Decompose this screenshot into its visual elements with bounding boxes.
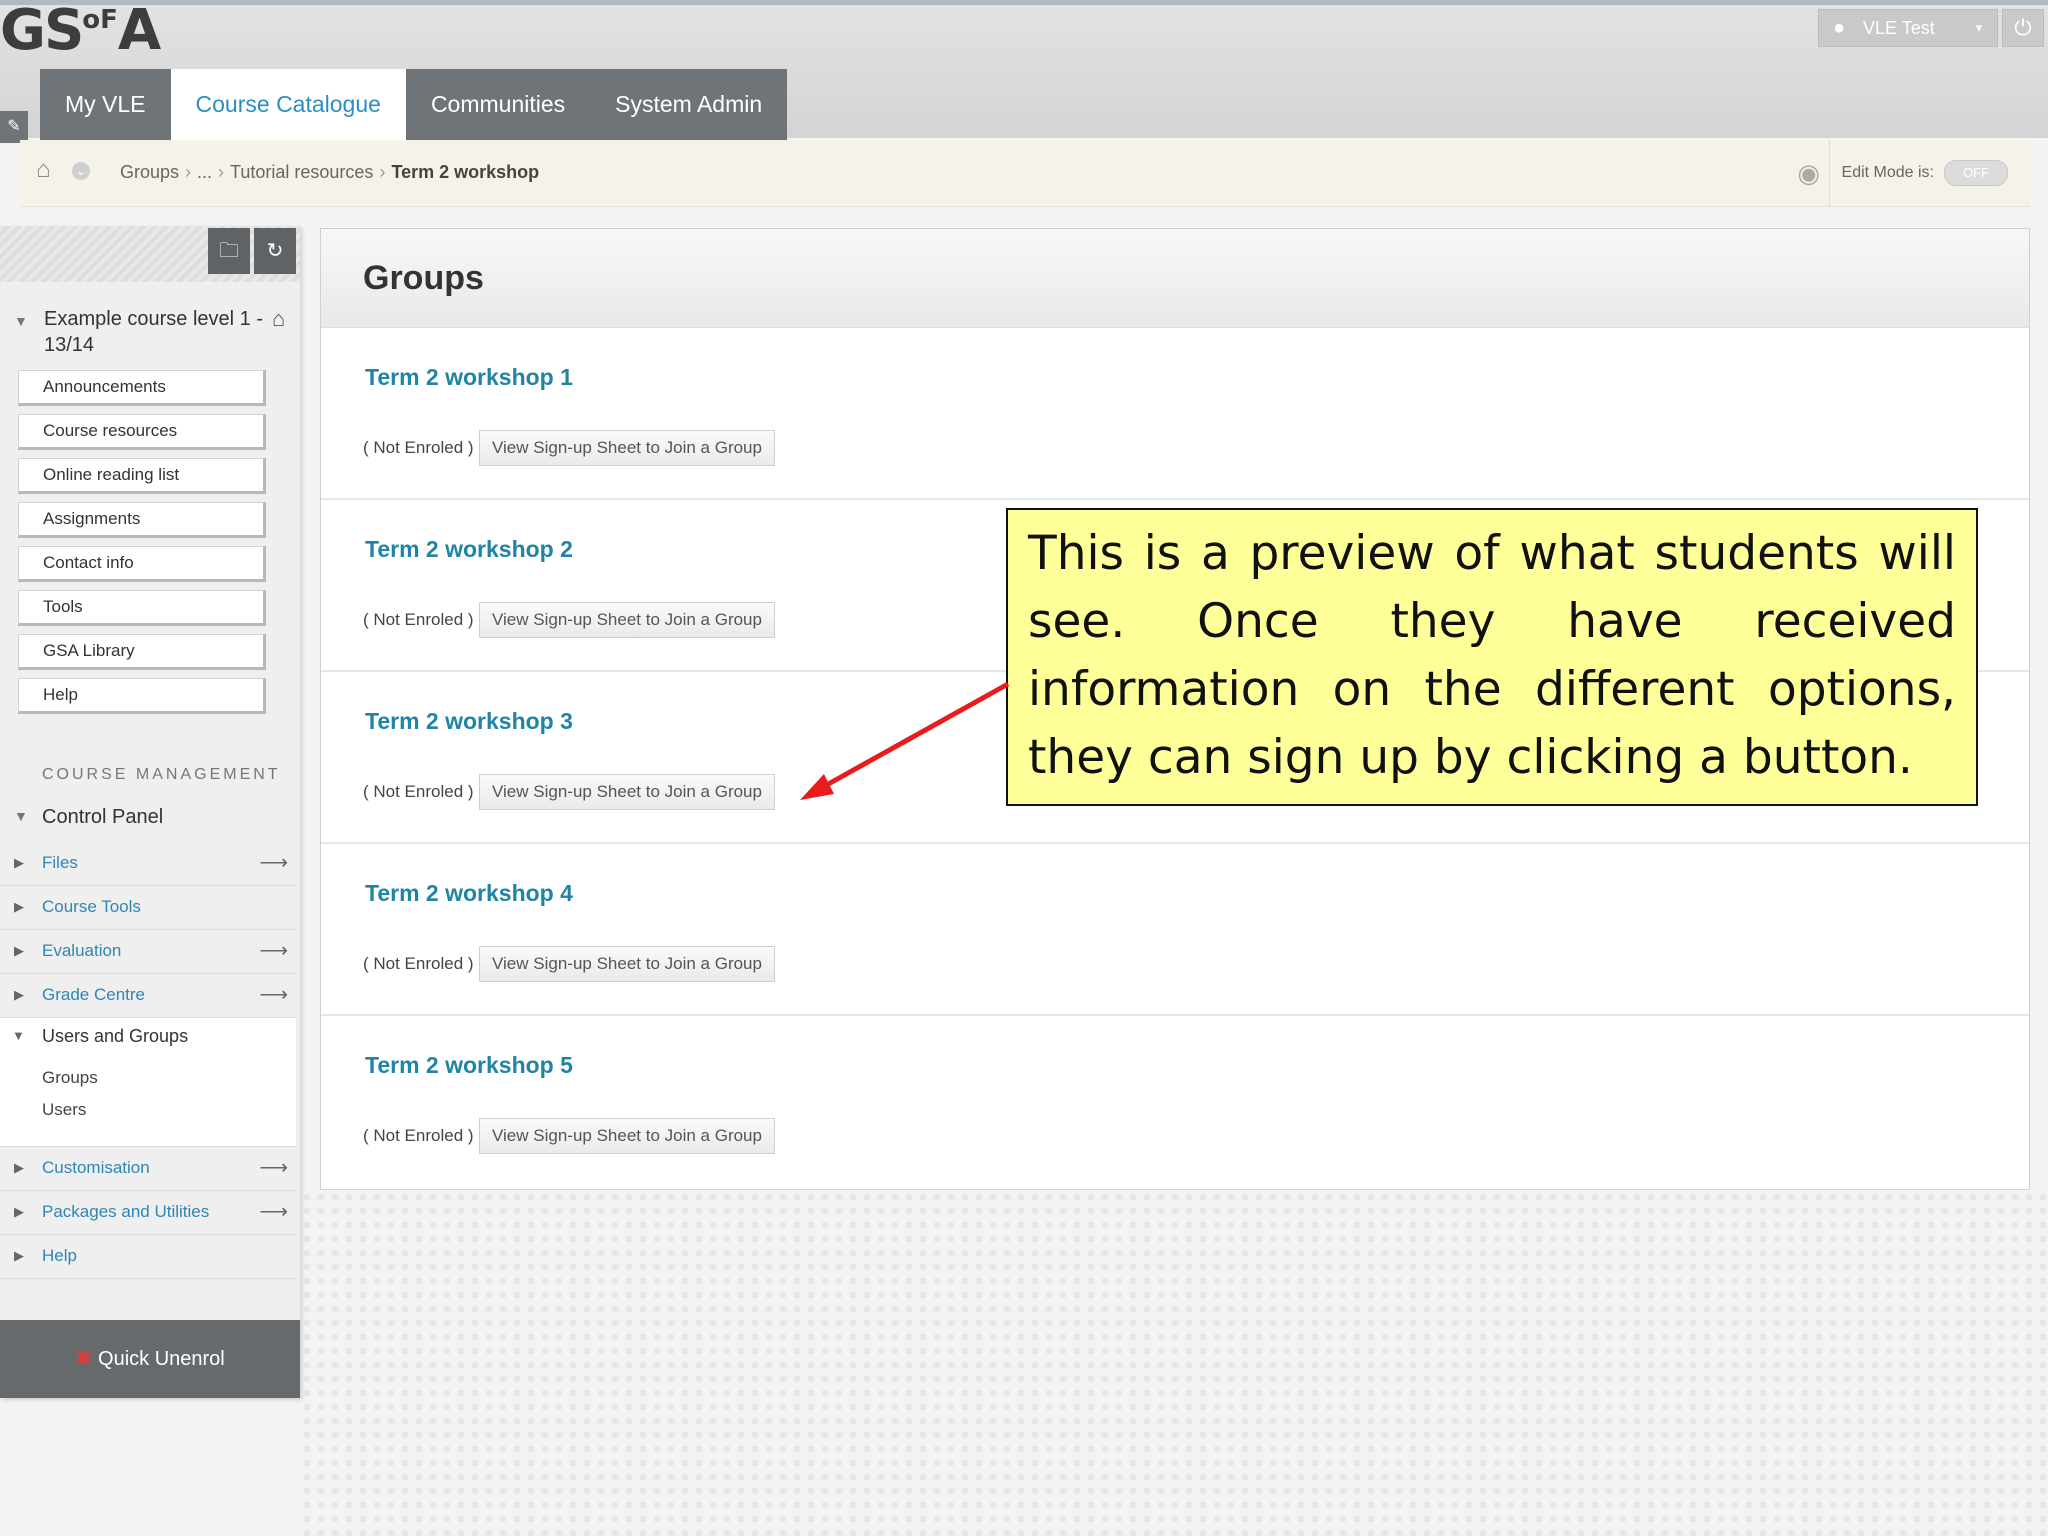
view-signup-sheet-button[interactable]: View Sign-up Sheet to Join a Group	[479, 1118, 775, 1154]
group-row: Term 2 workshop 5 ( Not Enroled ) View S…	[321, 1016, 2029, 1188]
collapse-icon: ▼	[14, 313, 28, 329]
top-header: GSoFA ● VLE Test ▼ ⏻ My VLE Course Catal…	[0, 0, 2048, 143]
breadcrumb-bar: ⌂ ⌄ Groups ›... › Tutorial resources › Term 2…	[20, 140, 2030, 207]
group-title-link[interactable]: Term 2 workshop 4	[365, 880, 573, 907]
tab-communities[interactable]: Communities	[405, 69, 591, 143]
expand-icon: ▶	[14, 855, 24, 870]
cp-item-evaluation[interactable]: ▶ Evaluation ⟶	[0, 930, 296, 974]
sidebar-toolbar: 🗀 ↻	[0, 226, 300, 282]
expand-icon: ▶	[14, 899, 24, 914]
users-and-groups-section: ▼ Users and Groups Groups Users	[0, 1018, 296, 1147]
menu-item-help[interactable]: Help	[18, 678, 266, 714]
course-sidebar: 🗀 ↻ ▼ Example course level 1 - 13/14 ⌂ A…	[0, 226, 300, 1398]
expand-icon: ▶	[14, 1204, 24, 1219]
divider	[1829, 140, 1830, 206]
background-pattern	[300, 1190, 2048, 1536]
quick-unenrol-button[interactable]: ✖ Quick Unenrol	[0, 1320, 300, 1398]
expand-icon: ▶	[14, 987, 24, 1002]
annotation-arrow	[800, 681, 1010, 800]
view-signup-sheet-button[interactable]: View Sign-up Sheet to Join a Group	[479, 602, 775, 638]
collapse-icon: ▼	[14, 808, 28, 824]
user-icon: ●	[1833, 17, 1846, 39]
cp-item-grade-centre[interactable]: ▶ Grade Centre ⟶	[0, 974, 296, 1018]
eye-icon[interactable]: ◉	[1797, 158, 1820, 189]
lock-icon[interactable]: ✎	[0, 111, 28, 143]
power-icon[interactable]: ⏻	[2002, 9, 2044, 47]
breadcrumb-separator: ›	[379, 162, 386, 182]
menu-item-course-resources[interactable]: Course resources	[18, 414, 266, 450]
breadcrumb-separator: ›	[218, 162, 225, 182]
group-row: Term 2 workshop 4 ( Not Enroled ) View S…	[321, 844, 2029, 1016]
chevron-down-icon[interactable]: ⌄	[72, 162, 90, 180]
enrolment-status: ( Not Enroled )	[363, 1126, 474, 1145]
gsa-logo: GSoFA	[0, 0, 161, 63]
breadcrumb-item[interactable]: Groups	[120, 162, 179, 182]
cp-item-packages-and-utilities[interactable]: ▶ Packages and Utilities ⟶	[0, 1191, 296, 1235]
tab-my-vle[interactable]: My VLE	[40, 69, 171, 143]
main-tabs: My VLE Course Catalogue Communities Syst…	[40, 69, 788, 143]
sidebar-item-groups[interactable]: Groups	[42, 1068, 98, 1088]
user-name: VLE Test	[1863, 18, 1935, 38]
folder-icon[interactable]: 🗀	[208, 228, 250, 274]
course-management-heading: COURSE MANAGEMENT	[42, 766, 281, 783]
control-panel-list: ▶ Files ⟶ ▶ Course Tools ▶ Evaluation ⟶ ▶ Grad…	[0, 842, 296, 1279]
enrolment-status: ( Not Enroled )	[363, 954, 474, 973]
sidebar-item-users[interactable]: Users	[42, 1100, 86, 1120]
arrow-right-icon: ⟶	[259, 852, 288, 874]
breadcrumb-separator: ›	[185, 162, 192, 182]
menu-item-online-reading-list[interactable]: Online reading list	[18, 458, 266, 494]
enrolment-status: ( Not Enroled )	[363, 438, 474, 457]
refresh-icon[interactable]: ↻	[254, 228, 296, 274]
collapse-icon: ▼	[12, 1028, 25, 1043]
home-icon[interactable]: ⌂	[36, 156, 51, 184]
edit-mode-toggle[interactable]: OFF	[1944, 160, 2008, 186]
enrolment-status: ( Not Enroled )	[363, 782, 474, 801]
group-title-link[interactable]: Term 2 workshop 2	[365, 536, 573, 563]
edit-mode-label: Edit Mode is:	[1841, 164, 1934, 181]
cp-item-customisation[interactable]: ▶ Customisation ⟶	[0, 1147, 296, 1191]
menu-item-contact-info[interactable]: Contact info	[18, 546, 266, 582]
course-title[interactable]: ▼ Example course level 1 - 13/14	[14, 306, 284, 358]
group-title-link[interactable]: Term 2 workshop 5	[365, 1052, 573, 1079]
cp-item-files[interactable]: ▶ Files ⟶	[0, 842, 296, 886]
arrow-right-icon: ⟶	[259, 1201, 288, 1223]
tab-system-admin[interactable]: System Admin	[590, 69, 788, 143]
home-icon[interactable]: ⌂	[272, 306, 285, 332]
close-icon: ✖	[75, 1348, 93, 1370]
course-menu: Announcements Course resources Online re…	[18, 370, 266, 722]
expand-icon: ▶	[14, 1248, 24, 1263]
control-panel-header[interactable]: ▼ Control Panel	[14, 806, 163, 829]
arrow-right-icon: ⟶	[259, 984, 288, 1006]
menu-item-gsa-library[interactable]: GSA Library	[18, 634, 266, 670]
breadcrumb-current: Term 2 workshop	[391, 162, 540, 182]
breadcrumb-item[interactable]: ...	[197, 162, 212, 182]
menu-item-assignments[interactable]: Assignments	[18, 502, 266, 538]
arrow-right-icon: ⟶	[259, 1157, 288, 1179]
view-signup-sheet-button[interactable]: View Sign-up Sheet to Join a Group	[479, 946, 775, 982]
chevron-down-icon: ▼	[1973, 21, 1985, 35]
view-signup-sheet-button[interactable]: View Sign-up Sheet to Join a Group	[479, 430, 775, 466]
page-title: Groups	[363, 259, 484, 297]
group-title-link[interactable]: Term 2 workshop 1	[365, 364, 573, 391]
annotation-callout: This is a preview of what students will …	[1006, 508, 1978, 806]
enrolment-status: ( Not Enroled )	[363, 610, 474, 629]
expand-icon: ▶	[14, 1160, 24, 1175]
cp-item-help[interactable]: ▶ Help	[0, 1235, 296, 1279]
menu-item-announcements[interactable]: Announcements	[18, 370, 266, 406]
group-row: Term 2 workshop 1 ( Not Enroled ) View S…	[321, 328, 2029, 500]
tab-course-catalogue[interactable]: Course Catalogue	[170, 69, 406, 143]
expand-icon: ▶	[14, 943, 24, 958]
view-signup-sheet-button[interactable]: View Sign-up Sheet to Join a Group	[479, 774, 775, 810]
cp-item-course-tools[interactable]: ▶ Course Tools	[0, 886, 296, 930]
groups-panel-header: Groups	[321, 229, 2029, 328]
breadcrumb: Groups ›... › Tutorial resources › Term 2 wor…	[120, 162, 539, 183]
group-title-link[interactable]: Term 2 workshop 3	[365, 708, 573, 735]
arrow-right-icon: ⟶	[259, 940, 288, 962]
user-menu[interactable]: ● VLE Test ▼	[1818, 9, 1998, 47]
breadcrumb-item[interactable]: Tutorial resources	[230, 162, 373, 182]
menu-item-tools[interactable]: Tools	[18, 590, 266, 626]
users-and-groups-header[interactable]: ▼ Users and Groups	[12, 1026, 188, 1047]
